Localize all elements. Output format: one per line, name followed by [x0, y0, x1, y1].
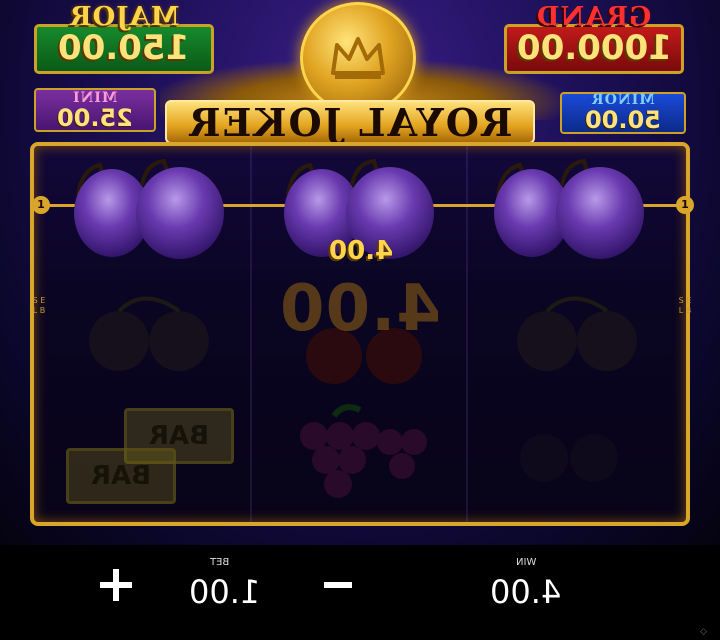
game-stage: MAJOR 150.00 GRAND 1000.00 ROYAL JOKER M… — [0, 0, 720, 545]
payline-marker-right: 1 — [676, 196, 694, 214]
jackpot-minor: MINOR 50.00 — [560, 92, 686, 134]
jackpot-mini-value: 25.00 — [57, 104, 133, 132]
reel-separator — [250, 146, 252, 522]
jackpot-minor-value: 50.00 — [585, 106, 661, 134]
win-value: 4.00 — [490, 573, 562, 611]
total-win-overlay: 4.00 — [270, 272, 450, 346]
total-win-overlay-text: 4.00 — [279, 272, 441, 346]
settings-icon[interactable]: ◇ — [700, 627, 714, 637]
line-win-text: 4.00 — [328, 236, 394, 266]
line-win-amount: 4.00 — [316, 236, 406, 266]
plum-icon — [494, 158, 644, 259]
grapes-icon — [300, 404, 427, 498]
control-bar: BET 1.00 WIN 4.00 ◇ — [0, 545, 720, 640]
game-title: ROYAL JOKER — [165, 100, 535, 145]
plum-icon — [74, 158, 224, 259]
bar-icon: BAR — [66, 448, 176, 504]
cherry-icon — [89, 296, 209, 371]
jackpot-mini: MINI 25.00 — [34, 88, 156, 132]
decrease-bet-button[interactable] — [318, 565, 358, 605]
crown-icon — [331, 37, 385, 79]
side-text-left: S E L B — [32, 296, 46, 315]
bar-label: BAR — [91, 461, 151, 491]
increase-bet-button[interactable] — [96, 565, 136, 605]
bet-value: 1.00 — [189, 573, 261, 611]
game-title-text: ROYAL JOKER — [187, 100, 513, 145]
cherry-icon — [520, 434, 618, 482]
bet-caption: BET — [210, 557, 230, 568]
cherry-icon — [517, 296, 637, 371]
payline-marker-left: 1 — [32, 196, 50, 214]
side-text-right: S E L B — [678, 296, 692, 315]
crown-coin — [300, 2, 416, 114]
win-caption: WIN — [515, 557, 537, 568]
reel-separator — [466, 146, 468, 522]
